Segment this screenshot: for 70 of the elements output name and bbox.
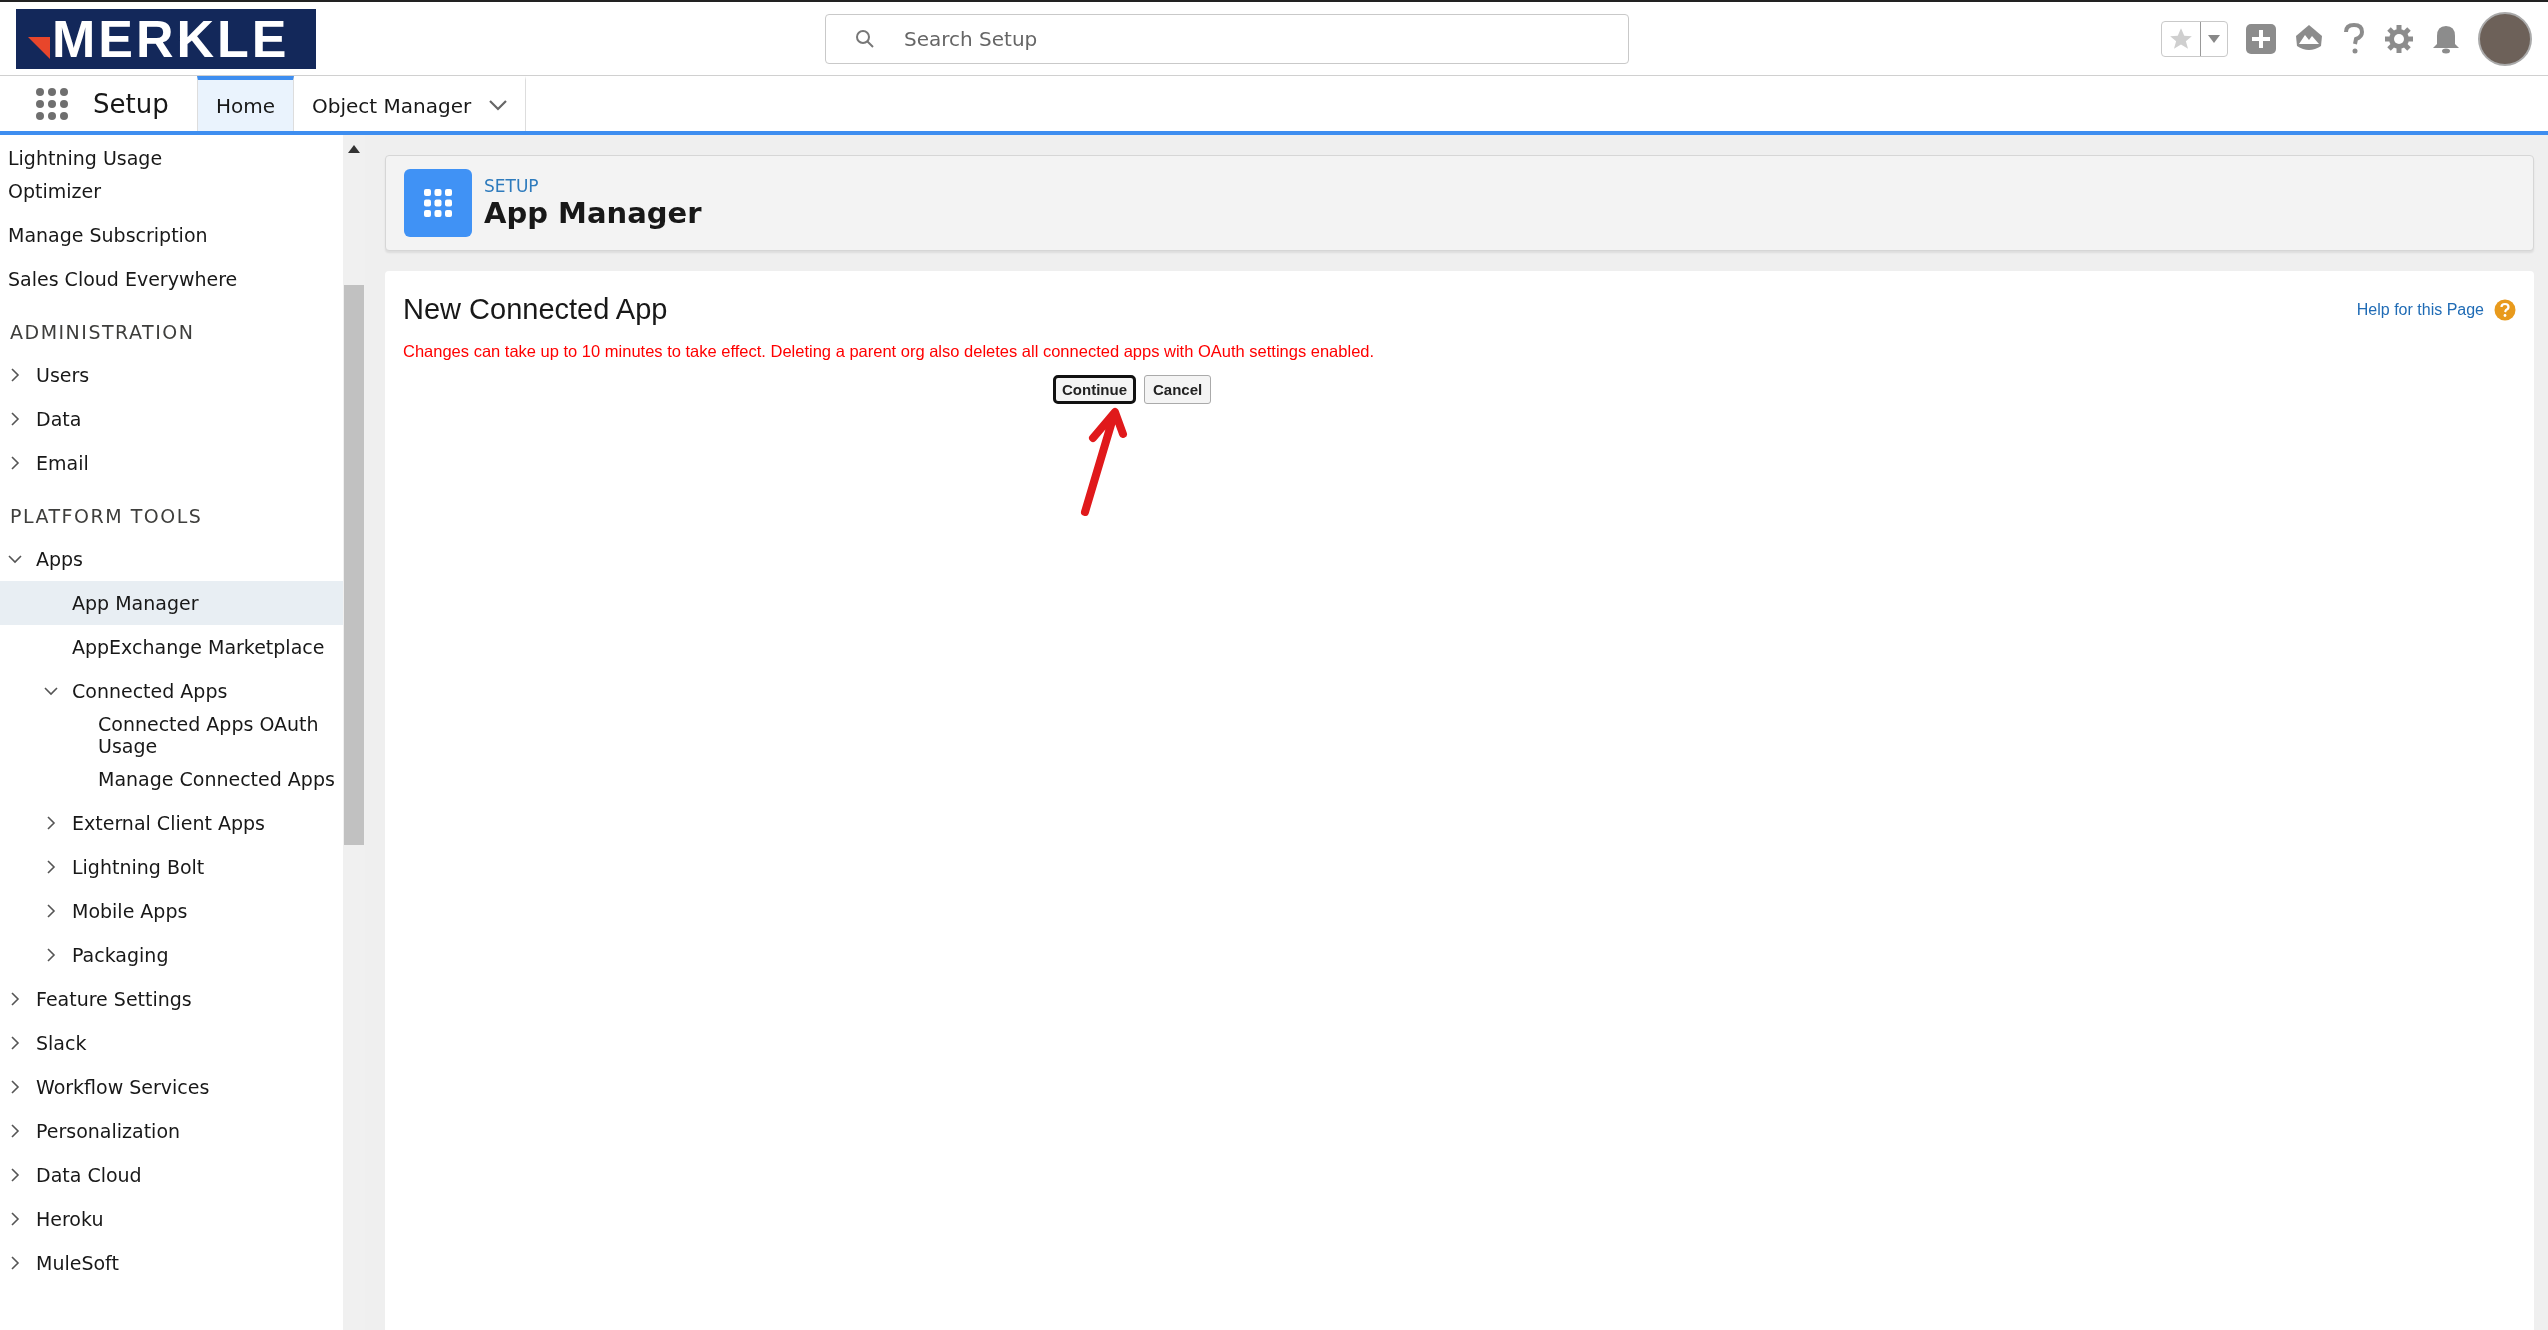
sidebar-item[interactable]: Feature Settings [0, 977, 343, 1021]
sidebar-item[interactable]: Lightning Usage [0, 135, 343, 169]
sidebar-item[interactable]: Manage Subscription [0, 213, 343, 257]
sidebar-item[interactable]: Optimizer [0, 169, 343, 213]
sidebar-item[interactable]: Workflow Services [0, 1065, 343, 1109]
chevron-right-icon [8, 368, 22, 382]
breadcrumb: SETUP [484, 176, 540, 196]
app-name: Setup [93, 88, 170, 119]
scroll-up-icon[interactable] [348, 145, 360, 153]
chevron-right-icon [8, 456, 22, 470]
chevron-right-icon [8, 1168, 22, 1182]
chevron-down-icon [44, 684, 58, 698]
sidebar-item[interactable]: Connected Apps [0, 669, 343, 713]
chevron-right-icon [8, 1256, 22, 1270]
search-icon [855, 29, 875, 49]
help-icon[interactable] [2494, 298, 2516, 321]
favorites-button[interactable] [2161, 20, 2228, 57]
nav-tab[interactable]: Home [197, 76, 295, 131]
sidebar-item[interactable]: Sales Cloud Everywhere [0, 257, 343, 301]
chevron-right-icon [44, 816, 58, 830]
logo-triangle-icon [28, 36, 50, 59]
sidebar-item[interactable]: MuleSoft [0, 1241, 343, 1285]
sidebar-item[interactable]: Apps [0, 537, 343, 581]
sidebar-item[interactable]: Lightning Bolt [0, 845, 343, 889]
search-field[interactable]: Search Setup [825, 14, 1629, 64]
sidebar-item[interactable]: Manage Connected Apps [0, 757, 343, 801]
logo[interactable]: MERKLE [16, 8, 316, 69]
nav-tab[interactable]: Object Manager [294, 76, 527, 131]
sidebar-item[interactable]: Data Cloud [0, 1153, 343, 1197]
user-avatar[interactable] [2478, 11, 2532, 66]
sidebar-item[interactable]: Users [0, 353, 343, 397]
help-link[interactable]: Help for this Page [2356, 300, 2484, 319]
help-icon[interactable] [2342, 22, 2366, 55]
sidebar-item[interactable]: App Manager [0, 581, 343, 625]
chevron-right-icon [44, 948, 58, 962]
sidebar-item[interactable]: Data [0, 397, 343, 441]
chevron-down-icon [8, 552, 22, 566]
caret-icon [2207, 33, 2221, 44]
app-launcher-icon[interactable] [35, 86, 69, 121]
chevron-right-icon [44, 904, 58, 918]
section-heading: ADMINISTRATION [9, 320, 196, 345]
scrollbar[interactable] [343, 135, 365, 1330]
sidebar-item[interactable]: Slack [0, 1021, 343, 1065]
sidebar-item[interactable]: AppExchange Marketplace [0, 625, 343, 669]
warning-message: Changes can take up to 10 minutes to take effect. Deleting a parent org also deletes all connected apps with OAuth settings enabled. [403, 342, 1376, 361]
chevron-right-icon [8, 1212, 22, 1226]
sidebar-item[interactable]: External Client Apps [0, 801, 343, 845]
chevron-right-icon [8, 1124, 22, 1138]
section-heading: PLATFORM TOOLS [9, 504, 204, 529]
sidebar-item[interactable]: Connected Apps OAuth Usage [0, 713, 343, 757]
add-icon[interactable] [2246, 23, 2276, 54]
chevron-right-icon [8, 412, 22, 426]
notifications-icon[interactable] [2432, 23, 2460, 54]
chevron-right-icon [44, 860, 58, 874]
continue-button[interactable]: Continue [1053, 375, 1136, 404]
sidebar-item[interactable]: Personalization [0, 1109, 343, 1153]
settings-icon[interactable] [2384, 23, 2414, 54]
chevron-right-icon [8, 1036, 22, 1050]
sidebar-item[interactable]: Packaging [0, 933, 343, 977]
app-grid-icon [404, 169, 472, 237]
chevron-right-icon [8, 992, 22, 1006]
cancel-button[interactable]: Cancel [1144, 375, 1212, 404]
sidebar-item[interactable]: Mobile Apps [0, 889, 343, 933]
sidebar-item[interactable]: Email [0, 441, 343, 485]
chevron-right-icon [8, 1080, 22, 1094]
form-title: New Connected App [403, 293, 669, 326]
logo-text: MERKLE [52, 12, 290, 65]
sidebar-item[interactable]: Heroku [0, 1197, 343, 1241]
page-title: App Manager [484, 196, 702, 230]
chevron-down-icon [489, 100, 508, 111]
